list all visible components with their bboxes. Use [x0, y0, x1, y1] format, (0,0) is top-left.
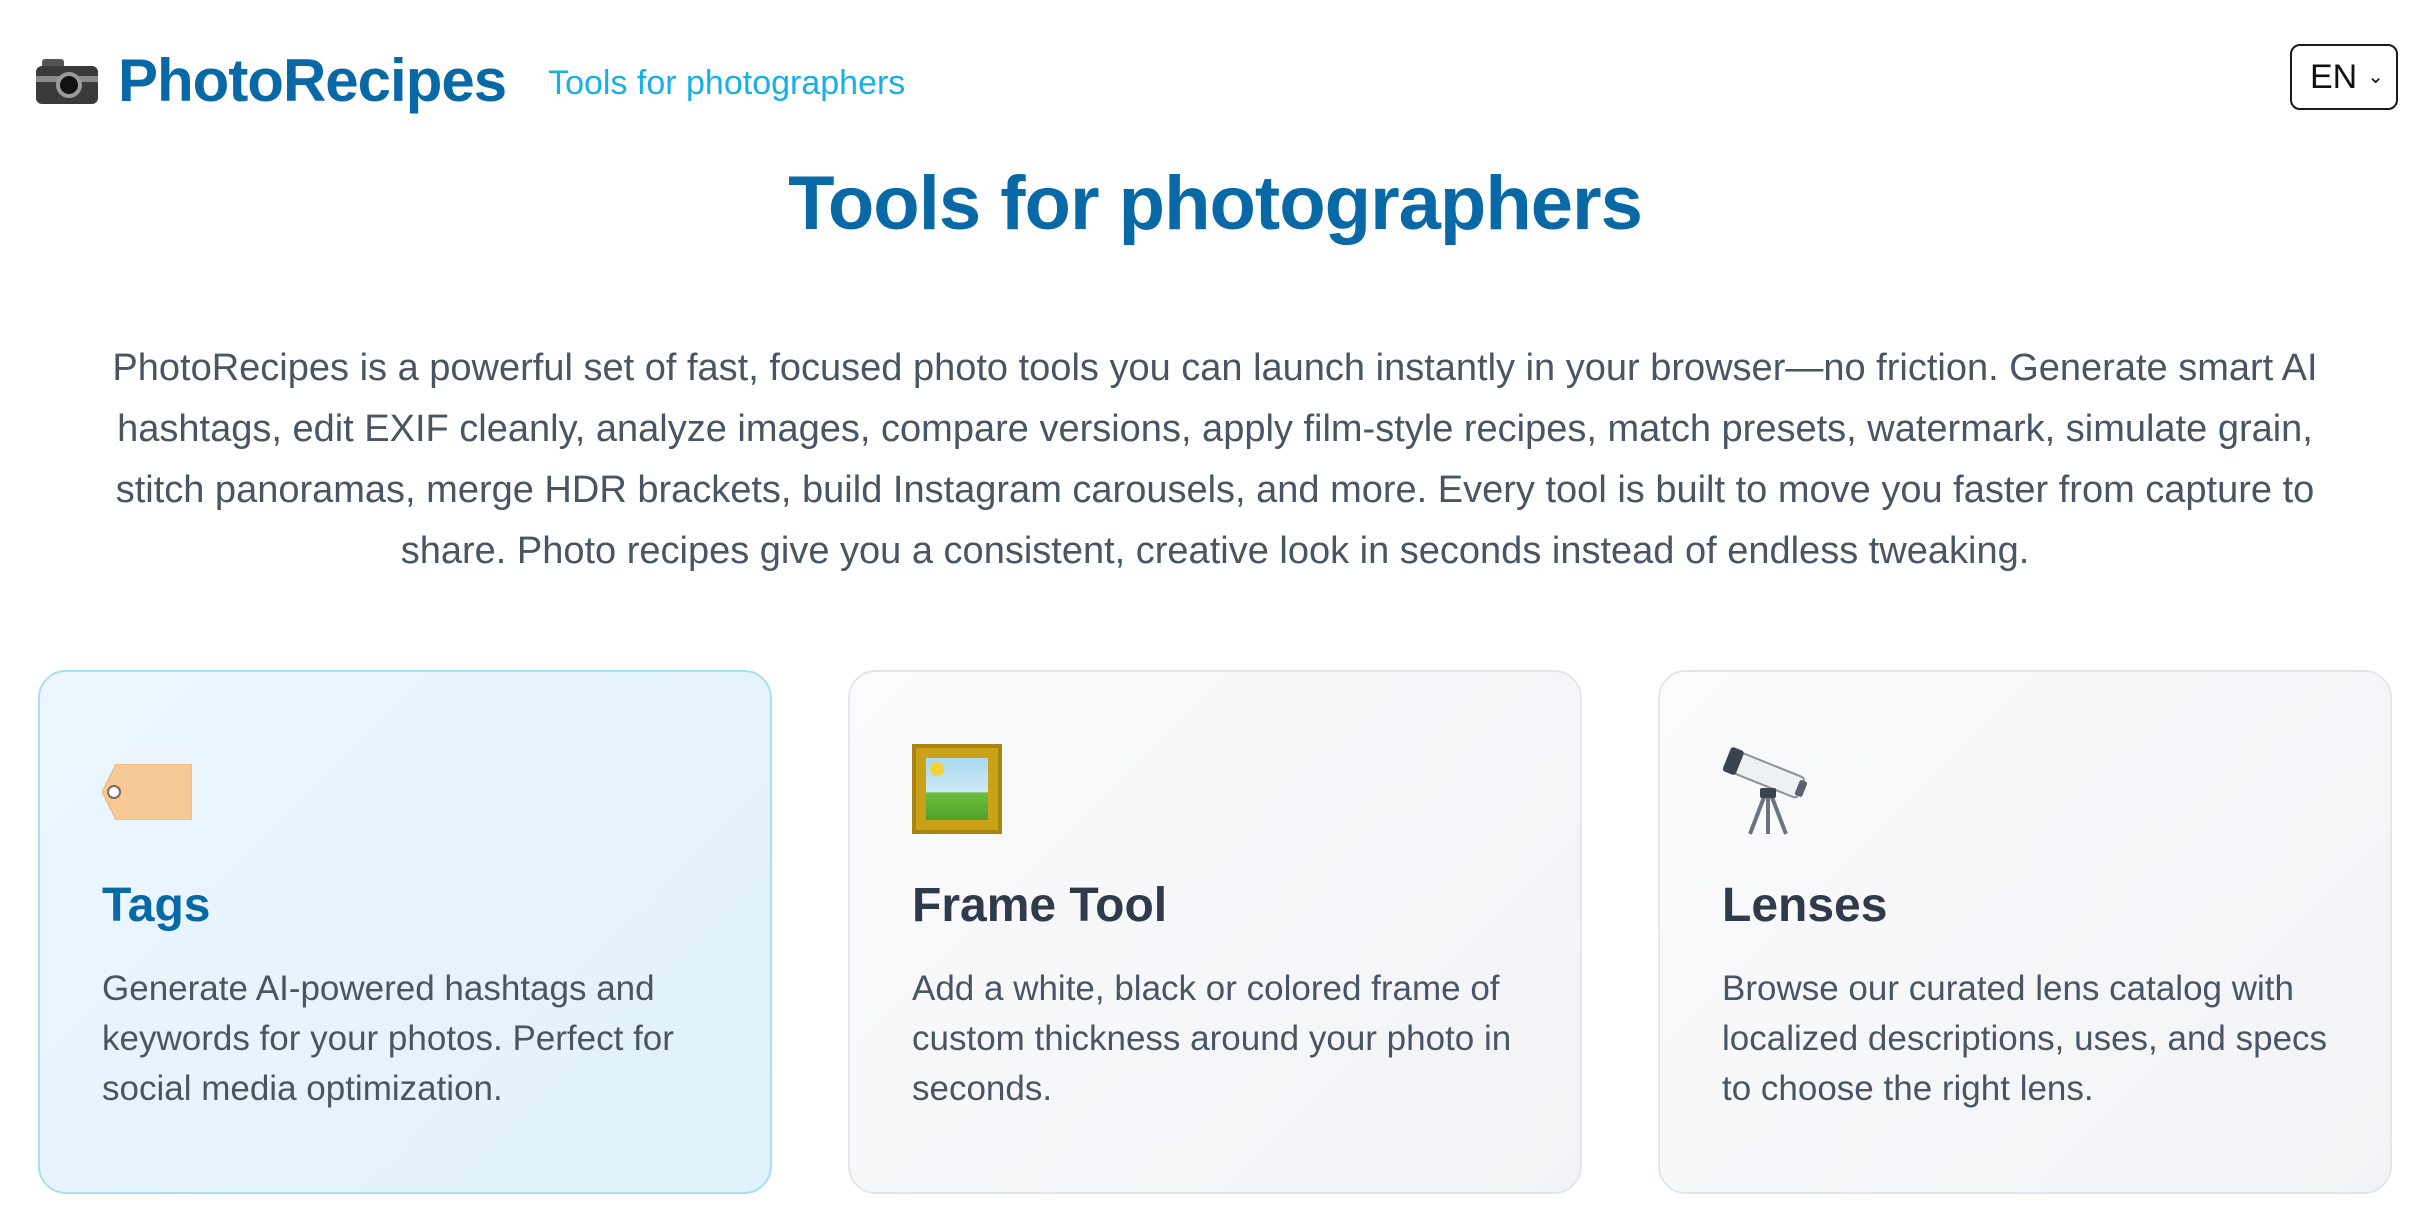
card-description: Browse our curated lens catalog with loc… [1722, 969, 2328, 1108]
card-title: Lenses [1722, 879, 1888, 932]
tool-card-lenses[interactable]: Lenses Browse our curated lens catalog w… [1658, 670, 2392, 1194]
page-title: Tools for photographers [788, 161, 1643, 246]
page: PhotoRecipes Tools for photographers EN … [0, 0, 2430, 1206]
camera-icon [36, 56, 98, 104]
intro-paragraph: PhotoRecipes is a powerful set of fast, … [112, 347, 2318, 572]
tool-card-frame-tool[interactable]: Frame Tool Add a white, black or colored… [848, 670, 1582, 1194]
tool-card-tags[interactable]: Tags Generate AI-powered hashtags and ke… [38, 670, 772, 1194]
language-value: EN [2310, 57, 2358, 96]
brand-tagline: Tools for photographers [548, 63, 906, 102]
tool-card-grid: Tags Generate AI-powered hashtags and ke… [38, 670, 2392, 1194]
framed-picture-icon [912, 744, 1004, 836]
chevron-down-icon: ⌄ [2367, 66, 2384, 88]
card-description: Generate AI-powered hashtags and keyword… [102, 969, 674, 1108]
site-header: PhotoRecipes Tools for photographers [36, 40, 905, 120]
card-title: Frame Tool [912, 879, 1168, 932]
language-select[interactable]: EN ⌄ [2290, 44, 2398, 110]
card-title: Tags [102, 879, 211, 932]
tag-icon [102, 744, 194, 836]
brand-logo-link[interactable]: PhotoRecipes [118, 46, 507, 115]
card-description: Add a white, black or colored frame of c… [912, 969, 1512, 1108]
telescope-icon [1722, 744, 1814, 836]
